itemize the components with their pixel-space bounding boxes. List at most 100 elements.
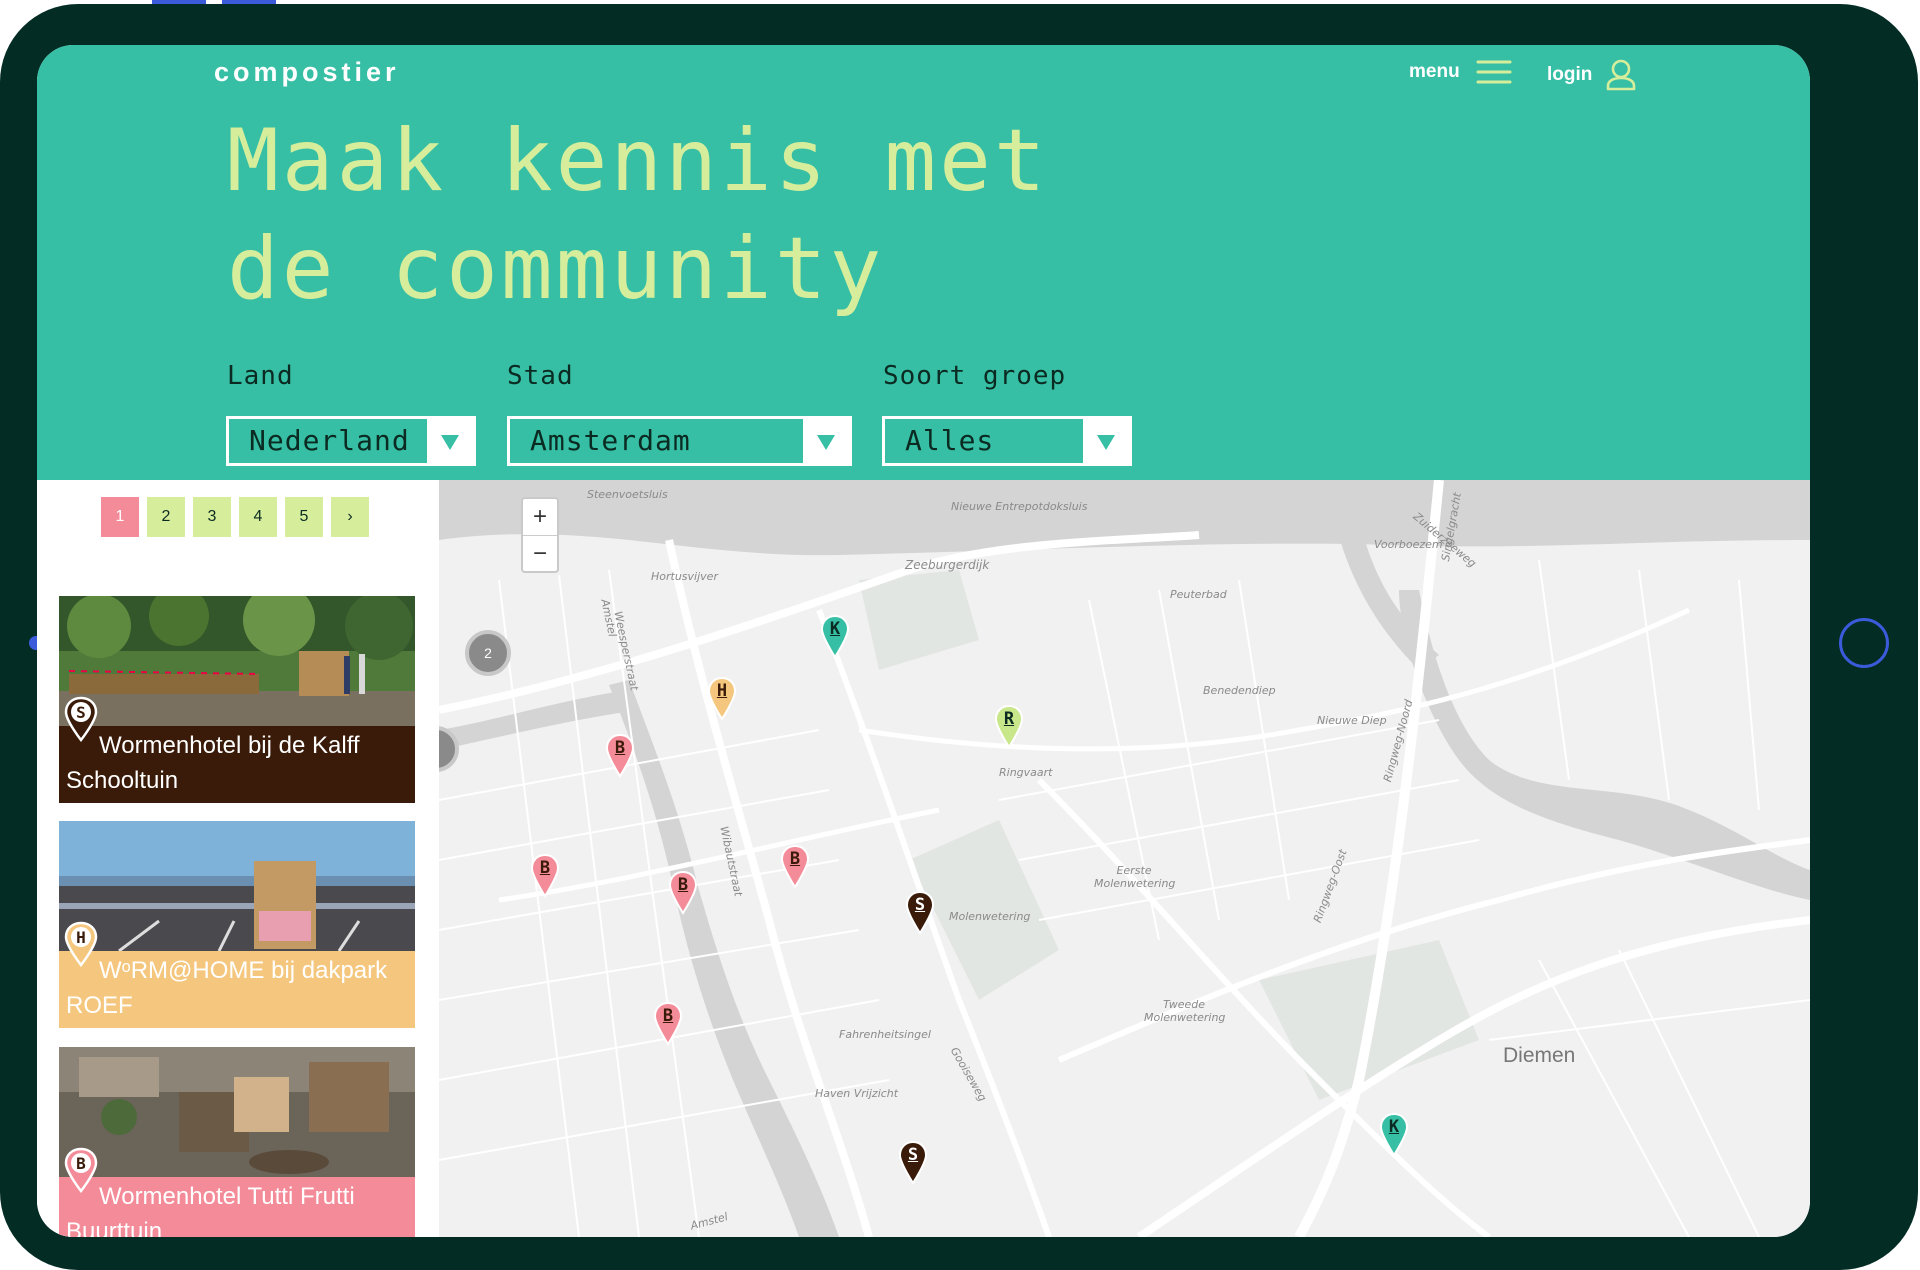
map-marker-h[interactable]: H bbox=[707, 676, 737, 724]
zoom-out-button[interactable]: − bbox=[523, 536, 557, 572]
card-title-line-1: Wormenhotel bij de Kalff bbox=[99, 732, 360, 759]
page-2-button[interactable]: 2 bbox=[147, 497, 185, 537]
pin-letter: H bbox=[76, 928, 86, 947]
marker-letter: S bbox=[907, 1145, 919, 1165]
next-page-button[interactable]: › bbox=[331, 497, 369, 537]
land-select-value: Nederland bbox=[249, 424, 410, 457]
pin-letter: B bbox=[76, 1154, 86, 1173]
chevron-down-icon bbox=[803, 419, 849, 463]
street-label: Nieuwe Diep bbox=[1317, 714, 1387, 727]
street-label: Haven Vrijzicht bbox=[815, 1087, 899, 1100]
app-screen: compostier menu login Maak kennis met de… bbox=[37, 45, 1810, 1237]
zoom-in-button[interactable]: + bbox=[523, 499, 557, 536]
marker-letter: H bbox=[716, 681, 728, 701]
user-icon bbox=[1607, 59, 1636, 91]
card-photo bbox=[59, 1047, 415, 1177]
marker-letter: S bbox=[914, 895, 926, 915]
menu-label: menu bbox=[1409, 61, 1460, 82]
marker-letter: B bbox=[614, 738, 626, 758]
card-title: WᵒRM@HOME bij dakpark ROEF bbox=[66, 953, 401, 1023]
menu-button[interactable]: menu bbox=[1409, 59, 1512, 85]
pin-letter: S bbox=[76, 703, 86, 722]
community-card[interactable]: B Wormenhotel Tutti Frutti Buurttuin bbox=[59, 1047, 415, 1237]
land-select[interactable]: Nederland bbox=[226, 416, 476, 466]
map-marker-b[interactable]: B bbox=[530, 853, 560, 901]
map-marker-s[interactable]: S bbox=[905, 890, 935, 938]
tablet-home-button bbox=[1839, 618, 1889, 668]
street-label: Eerste Molenwetering bbox=[1094, 864, 1176, 890]
login-button[interactable]: login bbox=[1547, 59, 1636, 91]
street-label: Ringvaart bbox=[999, 766, 1053, 779]
map-marker-b[interactable]: B bbox=[653, 1001, 683, 1049]
community-card[interactable]: S Wormenhotel bij de Kalff Schooltuin bbox=[59, 596, 415, 803]
top-edge-mark bbox=[222, 0, 276, 4]
street-label: Voorboezem bbox=[1374, 538, 1443, 551]
map-marker-k[interactable]: K bbox=[1379, 1112, 1409, 1160]
card-title-line-1: WᵒRM@HOME bij dakpark bbox=[99, 957, 388, 984]
stad-filter-label: Stad bbox=[507, 361, 574, 391]
street-label: Tweede Molenwetering bbox=[1144, 998, 1226, 1024]
marker-letter: B bbox=[539, 858, 551, 878]
zoom-control: + − bbox=[521, 497, 559, 573]
tablet-frame: compostier menu login Maak kennis met de… bbox=[0, 4, 1918, 1270]
community-list: 1 2 3 4 5 › S Wormenhotel bij de Kalff S… bbox=[37, 480, 439, 1237]
soort-select-value: Alles bbox=[905, 424, 995, 457]
soort-select[interactable]: Alles bbox=[882, 416, 1132, 466]
card-title-line-1: Wormenhotel Tutti Frutti bbox=[99, 1183, 355, 1210]
top-edge-mark bbox=[152, 0, 206, 4]
card-caption: H WᵒRM@HOME bij dakpark ROEF bbox=[59, 921, 415, 1028]
card-title: Wormenhotel Tutti Frutti Buurttuin bbox=[66, 1179, 401, 1237]
soort-filter-label: Soort groep bbox=[883, 361, 1067, 391]
street-label: Steenvoetsluis bbox=[587, 488, 668, 501]
street-label: Peuterbad bbox=[1170, 588, 1227, 601]
card-photo bbox=[59, 596, 415, 726]
page-5-button[interactable]: 5 bbox=[285, 497, 323, 537]
map-marker-s[interactable]: S bbox=[898, 1140, 928, 1188]
page-title-line-2: de community bbox=[227, 219, 885, 319]
map-cluster[interactable]: 2 bbox=[465, 630, 511, 676]
map-base bbox=[439, 480, 1810, 1237]
chevron-down-icon bbox=[427, 419, 473, 463]
page-3-button[interactable]: 3 bbox=[193, 497, 231, 537]
street-label: Nieuwe Entrepotdoksluis bbox=[951, 500, 1088, 513]
marker-letter: B bbox=[662, 1006, 674, 1026]
card-title-line-2: Buurttuin bbox=[66, 1218, 163, 1237]
land-filter-label: Land bbox=[227, 361, 294, 391]
logo[interactable]: compostier bbox=[214, 57, 400, 88]
community-card[interactable]: H WᵒRM@HOME bij dakpark ROEF bbox=[59, 821, 415, 1028]
pagination: 1 2 3 4 5 › bbox=[101, 497, 369, 537]
map-marker-b[interactable]: B bbox=[605, 733, 635, 781]
card-title: Wormenhotel bij de Kalff Schooltuin bbox=[66, 728, 401, 798]
stad-select[interactable]: Amsterdam bbox=[507, 416, 852, 466]
stad-select-value: Amsterdam bbox=[530, 424, 691, 457]
card-title-line-2: Schooltuin bbox=[66, 767, 179, 794]
marker-letter: B bbox=[789, 849, 801, 869]
card-photo bbox=[59, 821, 415, 951]
marker-letter: K bbox=[829, 619, 841, 639]
street-label: Hortusvijver bbox=[651, 570, 718, 583]
street-label: Fahrenheitsingel bbox=[839, 1028, 931, 1041]
marker-letter: R bbox=[1003, 709, 1015, 729]
community-map[interactable]: Steenvoetsluis Nieuwe Entrepotdoksluis Z… bbox=[439, 480, 1810, 1237]
map-marker-b[interactable]: B bbox=[668, 870, 698, 918]
card-caption: B Wormenhotel Tutti Frutti Buurttuin bbox=[59, 1147, 415, 1237]
marker-letter: K bbox=[1388, 1117, 1400, 1137]
hamburger-icon bbox=[1476, 60, 1512, 84]
street-label: Zeeburgerdijk bbox=[905, 558, 990, 572]
street-label: Benedendiep bbox=[1203, 684, 1276, 697]
marker-letter: B bbox=[677, 875, 689, 895]
page-1-button[interactable]: 1 bbox=[101, 497, 139, 537]
card-caption: S Wormenhotel bij de Kalff Schooltuin bbox=[59, 696, 415, 803]
page-title: Maak kennis met de community bbox=[227, 107, 1049, 323]
page-4-button[interactable]: 4 bbox=[239, 497, 277, 537]
map-marker-b[interactable]: B bbox=[780, 844, 810, 892]
map-marker-k[interactable]: K bbox=[820, 614, 850, 662]
place-label: Diemen bbox=[1503, 1044, 1576, 1067]
page-title-line-1: Maak kennis met bbox=[227, 111, 1049, 211]
login-label: login bbox=[1547, 64, 1593, 85]
street-label: Molenwetering bbox=[949, 910, 1031, 923]
chevron-down-icon bbox=[1083, 419, 1129, 463]
page-header: compostier menu login Maak kennis met de… bbox=[37, 45, 1810, 480]
map-marker-r[interactable]: R bbox=[994, 704, 1024, 752]
card-title-line-2: ROEF bbox=[66, 992, 133, 1019]
